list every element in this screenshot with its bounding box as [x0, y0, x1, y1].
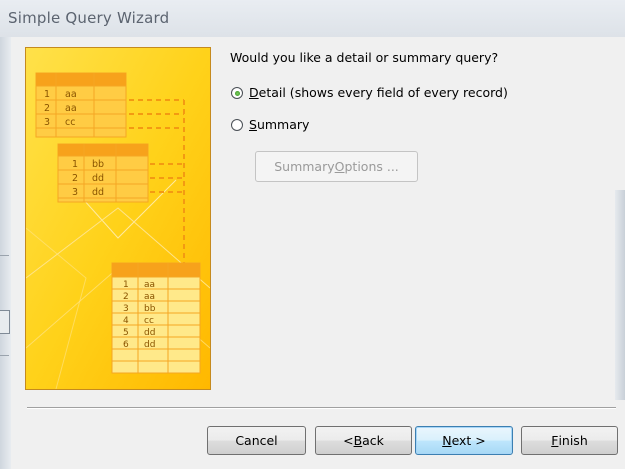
detail-label: Detail (shows every field of every recor… [249, 85, 508, 100]
next-button[interactable]: Next > [415, 426, 513, 455]
illus-cell-num: 1 [44, 89, 50, 100]
background-control-fragment [0, 310, 10, 334]
summary-option[interactable]: Summary [231, 117, 309, 132]
summary-label: Summary [249, 117, 310, 132]
summary-options-button[interactable]: Summary Options ... [255, 151, 418, 182]
background-window-edge [0, 37, 11, 469]
title-bar[interactable]: Simple Query Wizard [0, 0, 625, 37]
illus-cell-val: dd [92, 173, 104, 184]
simple-query-wizard-window: Simple Query Wizard 1 aa 2 aa 3 cc 1 bb … [0, 0, 625, 469]
radio-selected-dot [235, 90, 240, 96]
illus-cell-num: 6 [123, 340, 129, 350]
illus-cell-val: aa [65, 103, 77, 114]
summary-radio[interactable] [231, 118, 243, 131]
illus-cell-val: dd [144, 328, 155, 338]
illus-cell-num: 2 [44, 103, 50, 114]
footer-divider [27, 407, 616, 409]
query-illustration: 1 aa 2 aa 3 cc 1 bb 2 dd 3 dd 1 aa 2 aa … [25, 47, 211, 390]
illus-cell-num: 3 [44, 117, 50, 128]
query-type-question: Would you like a detail or summary query… [230, 50, 499, 65]
illus-cell-num: 3 [123, 304, 129, 314]
illus-cell-val: cc [65, 117, 75, 128]
result-table: 1 aa 2 aa 3 bb 4 cc 5 dd 6 dd [111, 262, 201, 374]
illus-cell-num: 1 [72, 159, 78, 170]
illus-cell-val: dd [144, 340, 155, 350]
window-title: Simple Query Wizard [8, 9, 170, 27]
illus-cell-val: dd [92, 187, 104, 198]
illus-cell-num: 3 [72, 187, 78, 198]
illus-cell-val: bb [144, 304, 156, 314]
illus-cell-num: 1 [123, 280, 129, 290]
illus-cell-val: bb [92, 159, 104, 170]
illus-cell-num: 4 [123, 316, 129, 326]
background-window-edge-right [615, 190, 625, 400]
illus-cell-num: 5 [123, 328, 129, 338]
illus-cell-val: aa [65, 89, 77, 100]
illus-cell-val: aa [144, 292, 155, 302]
illus-cell-val: cc [144, 316, 154, 326]
illus-cell-num: 2 [72, 173, 78, 184]
source-table-2: 1 bb 2 dd 3 dd [57, 143, 149, 203]
source-table-1: 1 aa 2 aa 3 cc [35, 72, 127, 138]
illus-cell-val: aa [144, 280, 155, 290]
cancel-button[interactable]: Cancel [207, 426, 306, 455]
back-button[interactable]: < Back [315, 426, 412, 455]
illus-cell-num: 2 [123, 292, 129, 302]
detail-option[interactable]: Detail (shows every field of every recor… [231, 85, 508, 100]
detail-radio[interactable] [231, 86, 243, 99]
finish-button[interactable]: Finish [521, 426, 618, 455]
